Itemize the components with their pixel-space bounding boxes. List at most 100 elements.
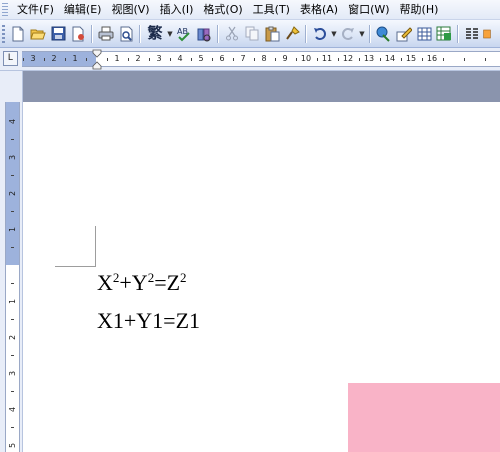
cut-button[interactable] [223,25,241,43]
ruler-tick [11,247,14,248]
clipboard-paste-icon [265,26,279,41]
ruler-tick [149,58,150,61]
ruler-tick [212,58,213,61]
ruler-tick [170,58,171,61]
ruler-tick [11,319,14,320]
equation-line-plain[interactable]: X1+Y1=Z1 [97,308,200,334]
format-painter-button[interactable] [283,25,301,43]
insert-hyperlink-button[interactable] [375,25,393,43]
ruler-number: 2 [8,334,17,341]
spelling-grammar-button[interactable]: AB [175,25,193,43]
new-document-button[interactable] [9,25,27,43]
ruler-number: 4 [177,54,183,63]
margin-corner-mark-horizontal [55,266,96,267]
margin-corner-mark-vertical [95,226,96,267]
line1-z-exponent: 2 [180,270,187,285]
ruler-tick [86,58,87,61]
ruler-tick [254,58,255,61]
menu-bar: 文件(F) 编辑(E) 视图(V) 插入(I) 格式(O) 工具(T) 表格(A… [0,0,500,20]
toolbar-separator [305,24,307,43]
toolbar-grip-handle[interactable] [2,24,5,43]
columns-button[interactable] [463,25,481,43]
drawing-icon [483,29,491,38]
menu-edit[interactable]: 编辑(E) [59,0,107,19]
open-button[interactable] [29,25,47,43]
print-button[interactable] [97,25,115,43]
equation-line-superscript[interactable]: X2+Y2=Z2 [97,270,187,296]
ruler-tick [11,283,14,284]
permission-document-icon [72,26,84,41]
ruler-tick [359,58,360,61]
redo-arrow-icon [342,27,354,40]
insert-table-button[interactable] [415,25,433,43]
menu-format[interactable]: 格式(O) [198,0,247,19]
indent-marker[interactable] [92,48,102,70]
insert-excel-worksheet-button[interactable] [435,25,453,43]
scissors-icon [226,26,238,41]
ruler-tick [65,58,66,61]
ruler-number: 3 [8,154,17,161]
menu-window[interactable]: 窗口(W) [343,0,394,19]
spelling-check-icon: AB [177,27,190,41]
tab-selector-button[interactable]: L [3,51,18,66]
redo-button[interactable] [339,25,357,43]
ruler-tick [11,211,14,212]
horizontal-ruler-area: L 3 2 1 1 2 3 4 5 6 7 8 9 10 11 12 13 14 15 16 [0,48,500,71]
ruler-tick [317,58,318,61]
toolbar-separator [217,24,219,43]
save-button[interactable] [49,25,67,43]
ruler-number: 5 [198,54,204,63]
traditional-chinese-button[interactable]: 繁 [145,25,165,43]
ruler-tick [401,58,402,61]
ruler-tick [191,58,192,61]
ruler-number: 5 [8,442,17,449]
ruler-number: 1 [114,54,120,63]
ruler-tick [11,391,14,392]
menu-file[interactable]: 文件(F) [12,0,59,19]
menu-insert[interactable]: 插入(I) [155,0,199,19]
open-folder-icon [30,29,46,39]
ruler-number: 16 [426,54,438,63]
ruler-number: 2 [8,190,17,197]
copy-button[interactable] [243,25,261,43]
research-button[interactable] [195,25,213,43]
standard-toolbar: 繁 ▼ AB ▼ ▼ [0,20,500,48]
permission-button[interactable] [69,25,87,43]
line1-plus-y: +Y [119,270,148,295]
menu-tools[interactable]: 工具(T) [248,0,295,19]
paste-button[interactable] [263,25,281,43]
drawing-button[interactable] [483,25,491,43]
format-painter-brush-icon [285,26,300,40]
hyperlink-globe-icon [376,26,390,42]
menu-grip-handle[interactable] [2,3,8,16]
ruler-tick [128,58,129,61]
save-disk-icon [51,26,65,41]
redo-dropdown-arrow[interactable]: ▼ [358,30,366,38]
ruler-tick [11,139,14,140]
ruler-number: 14 [384,54,396,63]
ruler-number: 13 [363,54,375,63]
ruler-number: 15 [405,54,417,63]
ruler-tick [44,58,45,61]
ruler-tick [11,355,14,356]
ruler-number: 1 [8,226,17,233]
ruler-tick [422,58,423,61]
traditional-chinese-dropdown-arrow[interactable]: ▼ [166,30,174,38]
table-grid-icon [417,27,431,40]
ruler-tick [11,427,14,428]
menu-view[interactable]: 视图(V) [106,0,154,19]
page-gap-area [22,71,500,102]
toolbar-separator [369,24,371,43]
ruler-number: 11 [321,54,333,63]
print-preview-button[interactable] [117,25,135,43]
new-document-icon [12,26,24,41]
menu-help[interactable]: 帮助(H) [395,0,444,19]
ruler-tick [338,58,339,61]
vertical-ruler[interactable]: 4 3 2 1 1 2 3 4 5 [5,102,20,452]
menu-table[interactable]: 表格(A) [295,0,343,19]
tables-and-borders-button[interactable] [395,25,413,43]
ruler-number: 3 [8,370,17,377]
undo-button[interactable] [311,25,329,43]
undo-dropdown-arrow[interactable]: ▼ [330,30,338,38]
toolbar-separator [457,24,459,43]
